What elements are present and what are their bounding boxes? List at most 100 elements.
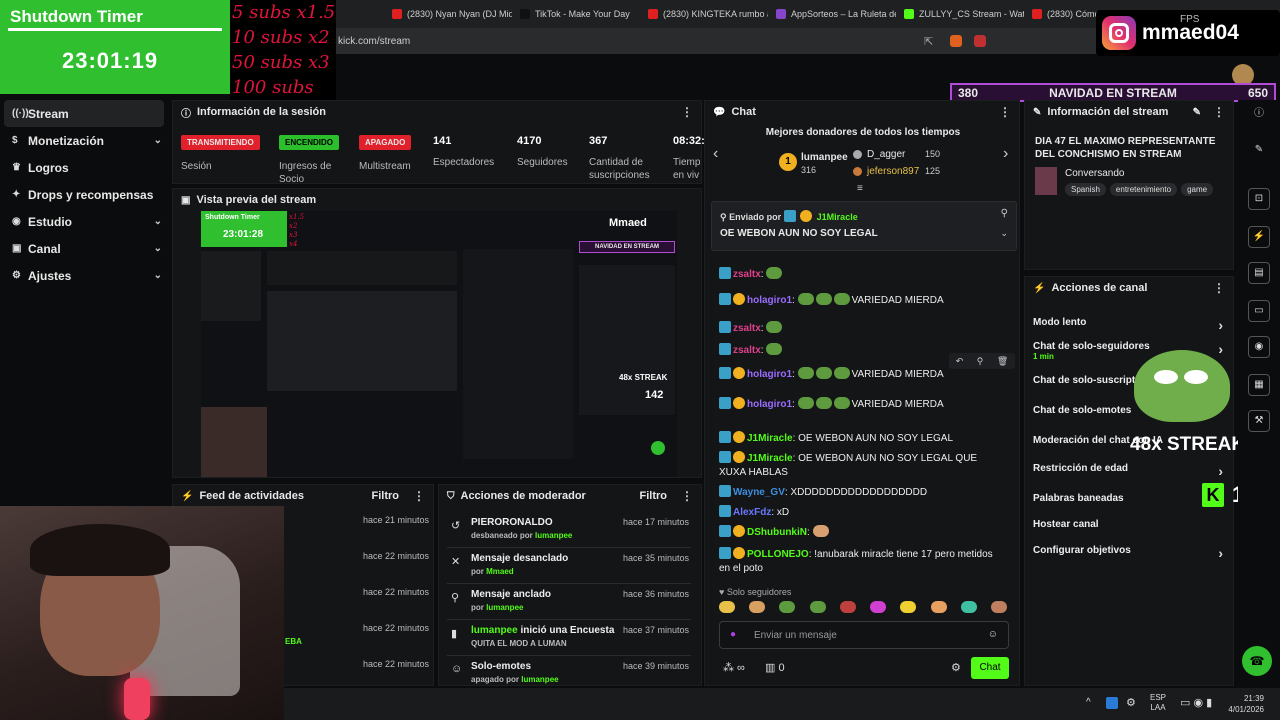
- browser-tab[interactable]: ZULLYY_CS Stream - Watc: [896, 0, 1024, 28]
- emote-icon[interactable]: [960, 601, 977, 613]
- emote-icon[interactable]: [812, 525, 829, 537]
- chat-username[interactable]: J1Miracle: [747, 453, 793, 464]
- emote-icon[interactable]: [833, 367, 850, 379]
- more-options-icon[interactable]: ⋮: [999, 105, 1011, 119]
- chat-username[interactable]: J1Miracle: [747, 433, 793, 444]
- channel-action-item[interactable]: Modo lento ›: [1033, 317, 1223, 333]
- delete-icon[interactable]: 🗑: [997, 356, 1008, 367]
- send-chat-button[interactable]: Chat: [971, 657, 1009, 679]
- stream-tag[interactable]: entretenimiento: [1109, 183, 1178, 196]
- emote-icon[interactable]: [797, 367, 814, 379]
- chat-message[interactable]: POLLONEJO: !anubarak miracle tiene 17 pe…: [719, 547, 1005, 576]
- pencil-icon[interactable]: ✎: [1248, 140, 1270, 162]
- donor-name[interactable]: lumanpee: [801, 152, 848, 163]
- chat-icon[interactable]: ▭: [1248, 300, 1270, 322]
- support-icon[interactable]: ☎: [1242, 646, 1272, 676]
- browser-tab[interactable]: (2830) Nyan Nyan (DJ Mid: [384, 0, 512, 28]
- tray-arrow-icon[interactable]: ^: [1086, 697, 1091, 708]
- sidebar-item-drops-y-recompensas[interactable]: ✦ Drops y recompensas: [0, 181, 170, 208]
- chat-username[interactable]: zsaltx: [733, 345, 761, 356]
- chat-message[interactable]: Wayne_GV: XDDDDDDDDDDDDDDDDDD: [719, 485, 1005, 500]
- chat-username[interactable]: POLLONEJO: [747, 549, 809, 560]
- emote-icon[interactable]: [839, 601, 856, 613]
- category-thumbnail[interactable]: [1035, 167, 1057, 195]
- document-icon[interactable]: ▤: [1248, 262, 1270, 284]
- emote-icon[interactable]: [833, 293, 850, 305]
- info-icon[interactable]: ⓘ: [1248, 104, 1270, 126]
- broadcast-icon[interactable]: ◉: [1248, 336, 1270, 358]
- emote-icon[interactable]: [719, 601, 735, 613]
- clock[interactable]: 21:39 4/01/2026: [1218, 693, 1264, 715]
- moderator-user[interactable]: lumanpee: [521, 675, 558, 684]
- emote-icon[interactable]: [809, 601, 826, 613]
- tray-app-icon[interactable]: [1106, 697, 1118, 709]
- pencil-icon[interactable]: ✎: [1193, 107, 1201, 118]
- chat-message[interactable]: DShubunkiN:: [719, 525, 1005, 540]
- chat-username[interactable]: zsaltx: [733, 269, 761, 280]
- pinned-message[interactable]: ⚲ Enviado por J1Miracle OE WEBON AUN NO …: [711, 201, 1017, 251]
- more-options-icon[interactable]: ⋮: [413, 489, 425, 503]
- url-text[interactable]: kick.com/stream: [338, 36, 410, 47]
- chat-message[interactable]: AlexFdz: xD: [719, 505, 1005, 520]
- chat-username[interactable]: holagiro1: [747, 295, 792, 306]
- brave-shield-icon[interactable]: [950, 35, 962, 47]
- browser-tab[interactable]: AppSorteos – La Ruleta de: [768, 0, 896, 28]
- microphone-icon[interactable]: ●: [730, 629, 736, 640]
- more-options-icon[interactable]: ⋮: [1213, 105, 1225, 119]
- loop-icon[interactable]: ⁂ ∞: [723, 661, 745, 674]
- emote-icon[interactable]: [900, 601, 917, 613]
- emote-icon[interactable]: [870, 601, 887, 613]
- emote-icon[interactable]: [815, 397, 832, 409]
- channel-action-item[interactable]: Palabras baneadas: [1033, 493, 1223, 504]
- donor-name[interactable]: jeferson897: [867, 166, 919, 177]
- more-options-icon[interactable]: ⋮: [681, 489, 693, 503]
- channel-action-item[interactable]: Configurar objetivos ›: [1033, 545, 1223, 561]
- emote-icon[interactable]: [766, 267, 783, 279]
- next-arrow-icon[interactable]: ›: [1003, 145, 1008, 163]
- chat-username[interactable]: Wayne_GV: [733, 487, 785, 498]
- share-icon[interactable]: ⇱: [924, 35, 933, 48]
- wrench-icon[interactable]: ⚒: [1248, 410, 1270, 432]
- extension-icon[interactable]: [974, 35, 986, 47]
- pinned-user[interactable]: J1Miracle: [817, 212, 858, 222]
- emote-icon[interactable]: [779, 601, 796, 613]
- chat-message[interactable]: J1Miracle: OE WEBON AUN NO SOY LEGAL QUE…: [719, 451, 1005, 480]
- chat-username[interactable]: zsaltx: [733, 323, 761, 334]
- chat-username[interactable]: DShubunkiN: [747, 527, 807, 538]
- stream-tag[interactable]: game: [1181, 183, 1214, 196]
- emote-icon[interactable]: [815, 367, 832, 379]
- emote-icon[interactable]: [833, 397, 850, 409]
- more-options-icon[interactable]: ⋮: [1213, 281, 1225, 295]
- sidebar-item-canal[interactable]: ▣ Canal ⌄: [0, 235, 170, 262]
- chevron-down-icon[interactable]: ⌄: [154, 243, 162, 254]
- prev-arrow-icon[interactable]: ‹: [713, 145, 718, 163]
- chat-message[interactable]: holagiro1: VARIEDAD MIERDA: [719, 367, 1005, 382]
- preview-video[interactable]: Shutdown Timer 23:01:28 x1.5 x2 x3 x4 NAVID…: [201, 211, 677, 477]
- sidebar-item-monetizaci-n[interactable]: $ Monetización ⌄: [0, 127, 170, 154]
- chevron-right-icon[interactable]: ›: [1218, 545, 1223, 561]
- chat-username[interactable]: holagiro1: [747, 369, 792, 380]
- chat-input-placeholder[interactable]: Enviar un mensaje: [754, 630, 837, 641]
- chevron-down-icon[interactable]: ⌄: [154, 270, 162, 281]
- sidebar-item-estudio[interactable]: ◉ Estudio ⌄: [0, 208, 170, 235]
- more-options-icon[interactable]: ⋮: [681, 105, 693, 119]
- stream-tag[interactable]: Spanish: [1065, 183, 1106, 196]
- lightning-icon[interactable]: ⚡: [1248, 226, 1270, 248]
- chevron-right-icon[interactable]: ›: [1218, 317, 1223, 333]
- donor-name[interactable]: D_agger: [867, 149, 905, 160]
- chat-settings-icon[interactable]: ⚙: [951, 661, 961, 674]
- language-indicator[interactable]: ESP LAA: [1150, 693, 1166, 713]
- emote-icon[interactable]: [815, 293, 832, 305]
- browser-tab[interactable]: TikTok - Make Your Day: [512, 0, 640, 28]
- moderator-user[interactable]: lumanpee: [486, 603, 523, 612]
- chat-message[interactable]: holagiro1: VARIEDAD MIERDA: [719, 293, 1005, 308]
- emote-icon[interactable]: [797, 293, 814, 305]
- chat-input[interactable]: ● Enviar un mensaje ☺: [719, 621, 1009, 649]
- chevron-right-icon[interactable]: ›: [1218, 463, 1223, 479]
- chat-message[interactable]: zsaltx:: [719, 267, 1005, 282]
- points-display[interactable]: ▥ 0: [765, 661, 785, 674]
- chevron-down-icon[interactable]: ⌄: [154, 216, 162, 227]
- layout-icon[interactable]: ▦: [1248, 374, 1270, 396]
- sidebar-item-ajustes[interactable]: ⚙ Ajustes ⌄: [0, 262, 170, 289]
- moderator-filter-button[interactable]: Filtro: [640, 490, 668, 502]
